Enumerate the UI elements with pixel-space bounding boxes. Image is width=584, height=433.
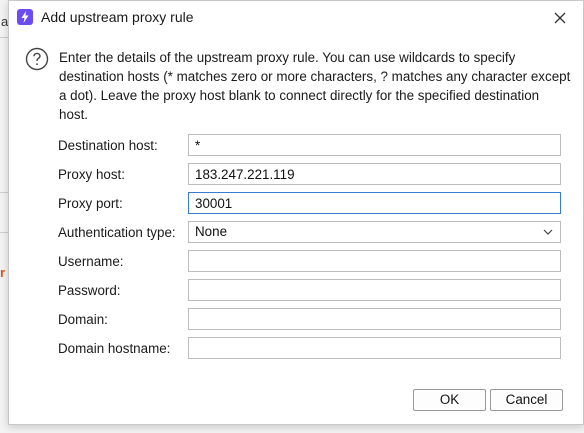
domain-input[interactable]	[188, 308, 561, 330]
question-circle-icon	[25, 47, 49, 71]
cancel-button[interactable]: Cancel	[490, 389, 563, 411]
proxy-port-input[interactable]	[188, 192, 561, 214]
proxy-port-label: Proxy port:	[58, 196, 123, 211]
dialog-titlebar: Add upstream proxy rule	[9, 1, 583, 33]
password-input[interactable]	[188, 279, 561, 301]
destination-host-input[interactable]	[188, 134, 561, 156]
proxy-host-input[interactable]	[188, 163, 561, 185]
ok-button[interactable]: OK	[413, 389, 486, 411]
close-icon	[554, 12, 566, 24]
lightning-icon	[17, 9, 33, 25]
domain-label: Domain:	[58, 312, 108, 327]
dialog-title: Add upstream proxy rule	[41, 9, 194, 25]
dialog-description: Enter the details of the upstream proxy …	[59, 50, 571, 122]
domain-hostname-input[interactable]	[188, 337, 561, 359]
authentication-type-label: Authentication type:	[58, 225, 176, 240]
authentication-type-select[interactable]: None	[188, 221, 561, 243]
username-label: Username:	[58, 254, 124, 269]
background-text-fragment: r	[0, 265, 6, 280]
authentication-type-value: None	[195, 224, 228, 239]
proxy-host-label: Proxy host:	[58, 167, 125, 182]
password-label: Password:	[58, 283, 121, 298]
destination-host-label: Destination host:	[58, 138, 158, 153]
username-input[interactable]	[188, 250, 561, 272]
domain-hostname-label: Domain hostname:	[58, 341, 171, 356]
chevron-down-icon	[543, 229, 553, 235]
close-button[interactable]	[549, 7, 571, 29]
add-upstream-proxy-rule-dialog: Add upstream proxy rule Enter the detail…	[8, 0, 584, 425]
